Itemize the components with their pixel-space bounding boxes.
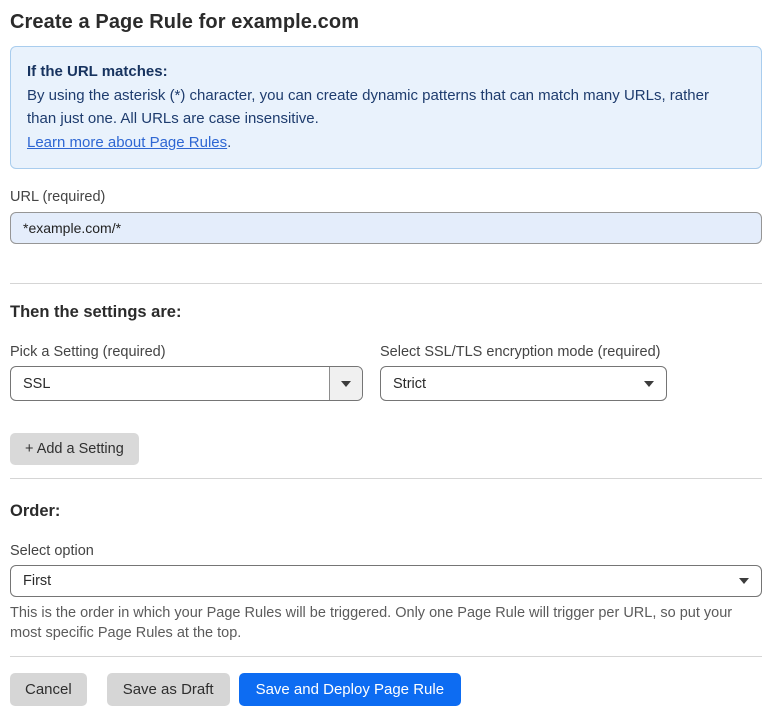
url-field-label: URL (required) (10, 189, 106, 205)
add-setting-button[interactable]: + Add a Setting (10, 433, 139, 465)
divider (10, 656, 762, 657)
page-title: Create a Page Rule for example.com (10, 11, 360, 33)
setting-labels-row: Pick a Setting (required) Select SSL/TLS… (10, 344, 762, 360)
order-section-heading: Order: (10, 502, 61, 520)
order-select[interactable]: First (10, 565, 762, 597)
pick-setting-label: Pick a Setting (required) (10, 344, 166, 360)
chevron-down-icon (341, 380, 351, 387)
encryption-mode-label: Select SSL/TLS encryption mode (required… (380, 344, 661, 360)
select-arrow-area (727, 565, 761, 598)
cancel-button[interactable]: Cancel (10, 673, 87, 706)
save-and-deploy-button[interactable]: Save and Deploy Page Rule (238, 673, 462, 706)
info-box-body: By using the asterisk (*) character, you… (27, 87, 709, 127)
pick-setting-value: SSL (23, 375, 51, 392)
info-box-heading: If the URL matches: (27, 63, 168, 80)
order-help-text: This is the order in which your Page Rul… (10, 605, 733, 641)
settings-section-heading: Then the settings are: (10, 303, 182, 321)
divider (10, 283, 762, 284)
select-arrow-box (329, 367, 362, 400)
info-box-link-line: Learn more about Page Rules. (27, 131, 745, 154)
page-rule-form: Create a Page Rule for example.com If th… (0, 0, 772, 706)
learn-more-link[interactable]: Learn more about Page Rules (27, 134, 227, 151)
chevron-down-icon (739, 578, 749, 584)
divider (10, 478, 762, 479)
chevron-down-icon (644, 380, 654, 387)
url-input[interactable] (10, 212, 762, 244)
pick-setting-select[interactable]: SSL (10, 366, 363, 401)
order-select-label: Select option (10, 543, 94, 559)
order-select-value: First (23, 573, 52, 589)
footer-actions: Cancel Save as Draft Save and Deploy Pag… (10, 673, 762, 706)
encryption-mode-select[interactable]: Strict (380, 366, 667, 401)
select-arrow-area (632, 367, 666, 400)
link-suffix: . (227, 134, 232, 151)
encryption-mode-value: Strict (393, 375, 427, 392)
save-as-draft-button[interactable]: Save as Draft (106, 673, 230, 706)
setting-selects-row: SSL Strict (10, 366, 762, 401)
url-match-info-box: If the URL matches: By using the asteris… (10, 46, 762, 169)
